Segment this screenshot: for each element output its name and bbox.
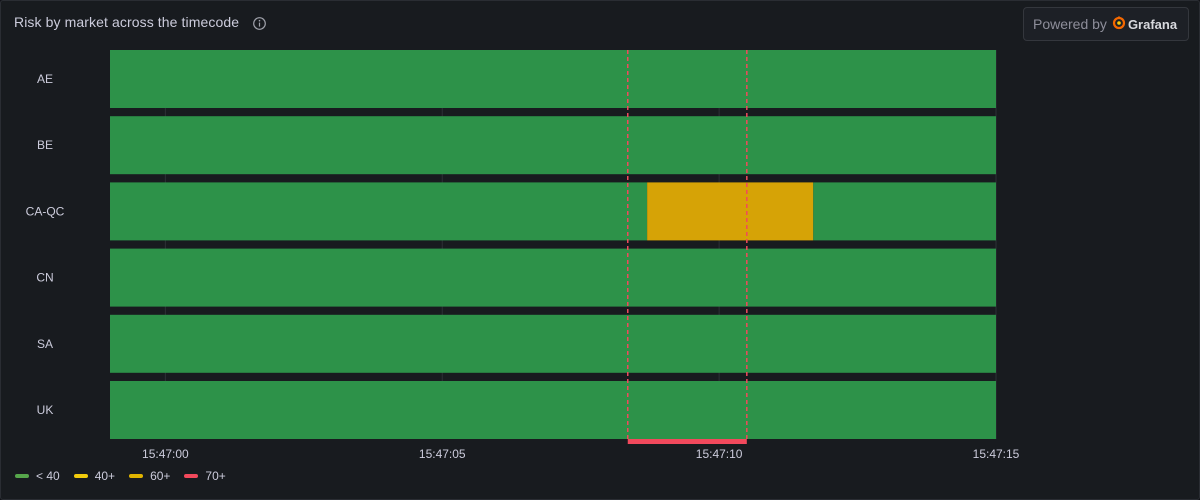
state-segment-be — [110, 116, 996, 175]
row-label: CA-QC — [26, 204, 65, 218]
legend-swatch — [184, 474, 199, 478]
state-segment-ae — [110, 50, 996, 108]
row-label: UK — [37, 403, 54, 417]
powered-by-badge[interactable]: Powered by Grafana — [1023, 7, 1189, 41]
legend-label: 70+ — [205, 469, 226, 483]
state-segment-ca-qc — [813, 182, 996, 241]
legend-item[interactable]: 40+ — [73, 469, 116, 483]
panel: Risk by market across the timecode AE BE C… — [0, 0, 1200, 500]
legend-item[interactable]: < 40 — [15, 469, 60, 483]
powered-by-label: Powered by — [1033, 16, 1107, 32]
legend-swatch — [129, 474, 144, 478]
state-segment-sa — [110, 314, 996, 373]
chart-legend: < 40 40+ 60+ 70+ — [15, 469, 226, 483]
state-segment-ca-qc — [647, 182, 814, 241]
legend-label: 60+ — [150, 469, 171, 483]
x-tick-label: 15:47:15 — [973, 447, 1020, 461]
legend-swatch — [73, 474, 88, 478]
legend-swatch — [15, 474, 29, 478]
legend-item[interactable]: 70+ — [184, 469, 226, 483]
grafana-brand: Grafana — [1127, 16, 1178, 32]
state-segment-cn — [110, 248, 996, 307]
row-label: BE — [37, 138, 53, 152]
row-label: CN — [36, 271, 53, 285]
grafana-logo-icon — [1112, 15, 1126, 33]
state-segment-uk — [110, 381, 996, 439]
x-tick-label: 15:47:00 — [142, 447, 189, 461]
legend-label: 40+ — [94, 469, 116, 483]
x-tick-label: 15:47:10 — [696, 447, 743, 461]
state-segment-ca-qc — [110, 182, 648, 241]
x-tick-label: 15:47:05 — [419, 447, 466, 461]
legend-label: < 40 — [36, 469, 60, 483]
state-timeline-chart: AE BE CA-QC CN SA UK 15:47:00 15:47:05 15:47:10 1… — [26, 50, 1020, 461]
row-label: AE — [37, 72, 53, 86]
legend-item[interactable]: 60+ — [129, 469, 170, 483]
row-label: SA — [37, 337, 53, 351]
annotation-region-marker — [627, 439, 747, 444]
